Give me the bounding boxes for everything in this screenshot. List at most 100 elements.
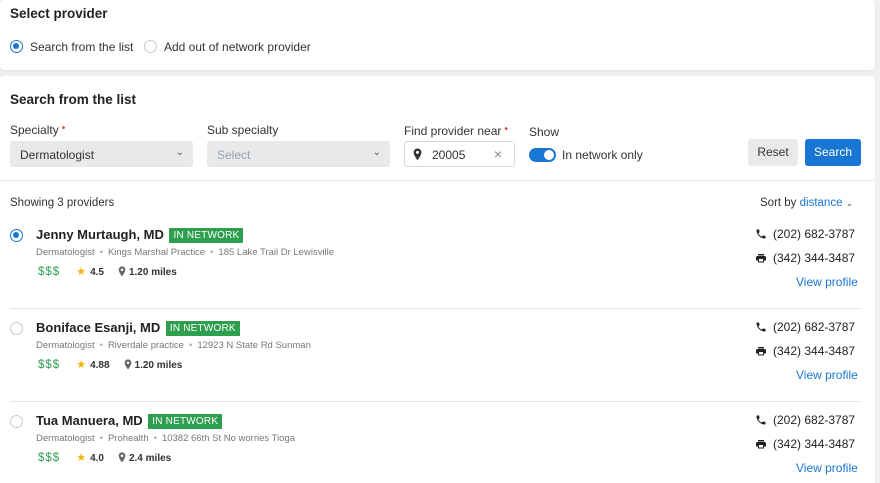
provider-practice: Kings Marshal Practice (107, 247, 206, 258)
phone-line: (202) 682-3787 (755, 227, 855, 241)
row-divider (10, 401, 861, 402)
cost-indicator: $$$ (38, 359, 61, 371)
provider-name[interactable]: Boniface Esanji, MD (36, 320, 160, 335)
provider-name[interactable]: Tua Manuera, MD (36, 413, 143, 428)
provider-distance: 1.20 miles (134, 360, 183, 371)
in-network-toggle[interactable] (529, 148, 556, 162)
provider-specialty: Dermatologist (36, 433, 95, 444)
phone-line: (202) 682-3787 (755, 320, 855, 334)
provider-phone[interactable]: (202) 682-3787 (773, 227, 855, 241)
provider-address: 185 Lake Trail Dr Lewisville (218, 247, 335, 258)
view-profile-link[interactable]: View profile (796, 461, 858, 475)
provider-stats: $$$ ★ 4.0 2.4 miles (38, 451, 171, 464)
star-icon: ★ (76, 452, 87, 464)
in-network-badge: IN NETWORK (165, 321, 240, 336)
sort-by-label: Sort by (760, 197, 797, 209)
radio-search-from-list[interactable] (10, 40, 23, 53)
fax-icon (756, 440, 766, 449)
provider-phone[interactable]: (202) 682-3787 (773, 320, 855, 334)
search-section-title: Search from the list (10, 92, 137, 107)
map-pin-icon (124, 359, 131, 370)
show-label: Show (529, 125, 560, 139)
required-mark: • (61, 123, 66, 134)
star-icon: ★ (76, 359, 87, 371)
provider-details: Dermatologist • Kings Marshal Practice • 185… (36, 247, 334, 258)
zip-input[interactable]: 20005 × (404, 141, 515, 167)
fax-icon (756, 254, 766, 263)
radio-out-of-network[interactable] (144, 40, 157, 53)
specialty-select[interactable]: Dermatologist ⌄ (10, 141, 193, 167)
separator-dot: • (99, 433, 103, 444)
provider-fax: (342) 344-3487 (773, 437, 856, 451)
provider-radio[interactable] (10, 415, 23, 428)
chevron-down-icon: ⌄ (845, 198, 854, 208)
provider-specialty: Dermatologist (36, 340, 95, 351)
phone-icon (756, 415, 766, 425)
star-icon: ★ (76, 266, 87, 278)
map-pin-icon (118, 452, 126, 463)
separator-dot: • (153, 433, 157, 444)
view-profile-link[interactable]: View profile (796, 275, 858, 289)
in-network-badge: IN NETWORK (169, 228, 244, 243)
provider-address: 10382 66th St No worries Tioga (161, 433, 296, 444)
sort-by-control[interactable]: Sort by distance ⌄ (760, 197, 853, 209)
provider-phone[interactable]: (202) 682-3787 (773, 413, 855, 427)
separator-dot: • (188, 340, 193, 351)
separator-dot: • (99, 340, 103, 351)
provider-row[interactable]: Jenny Murtaugh, MD IN NETWORK Dermatolog… (0, 217, 875, 310)
provider-stats: $$$ ★ 4.5 1.20 miles (38, 265, 177, 278)
provider-specialty: Dermatologist (36, 247, 95, 258)
map-pin-icon (413, 148, 422, 161)
provider-name-line: Jenny Murtaugh, MD IN NETWORK (36, 227, 244, 243)
provider-radio[interactable] (10, 229, 23, 242)
phone-line: (202) 682-3787 (755, 413, 855, 427)
zip-input-value: 20005 (432, 148, 466, 162)
in-network-toggle-label: In network only (562, 148, 643, 162)
sub-specialty-label: Sub specialty (207, 123, 279, 137)
in-network-badge: IN NETWORK (148, 414, 223, 429)
provider-distance: 2.4 miles (128, 453, 172, 464)
fax-icon (756, 347, 766, 356)
provider-row[interactable]: Tua Manuera, MD IN NETWORK Dermatologist… (0, 403, 875, 483)
provider-row[interactable]: Boniface Esanji, MD IN NETWORK Dermatolo… (0, 310, 875, 403)
chevron-down-icon: ⌄ (372, 147, 381, 158)
provider-name[interactable]: Jenny Murtaugh, MD (36, 227, 164, 242)
provider-distance: 1.20 miles (128, 267, 177, 278)
chevron-down-icon: ⌄ (175, 147, 184, 158)
provider-practice: Riverdale practice (107, 340, 184, 351)
reset-button[interactable]: Reset (748, 139, 798, 166)
fax-line: (342) 344-3487 (755, 437, 855, 451)
provider-rating: 4.88 (90, 360, 110, 371)
sort-by-value[interactable]: distance (800, 197, 843, 209)
specialty-label: Specialty • (10, 123, 66, 137)
provider-rating: 4.0 (90, 453, 104, 464)
provider-address: 12923 N State Rd Sunman (197, 340, 311, 351)
provider-details: Dermatologist • Prohealth • 10382 66th St No… (36, 433, 295, 444)
separator-dot: • (210, 247, 214, 258)
divider (0, 180, 875, 181)
clear-icon[interactable]: × (494, 146, 502, 162)
select-provider-card: Select provider Search from the list Add… (0, 0, 875, 70)
fax-line: (342) 344-3487 (755, 344, 855, 358)
required-mark: • (504, 124, 508, 135)
sub-specialty-select-value: Select (217, 148, 251, 162)
view-profile-link[interactable]: View profile (796, 368, 858, 382)
results-count: Showing 3 providers (10, 197, 115, 209)
radio-out-of-network-label[interactable]: Add out of network provider (164, 40, 311, 54)
radio-search-from-list-label[interactable]: Search from the list (30, 40, 133, 54)
cost-indicator: $$$ (38, 266, 61, 278)
select-provider-title: Select provider (10, 6, 108, 21)
specialty-select-value: Dermatologist (20, 148, 95, 162)
sub-specialty-select[interactable]: Select ⌄ (207, 141, 390, 167)
separator-dot: • (99, 247, 103, 258)
provider-details: Dermatologist • Riverdale practice • 12923 N… (36, 340, 311, 351)
provider-fax: (342) 344-3487 (773, 251, 856, 265)
provider-name-line: Tua Manuera, MD IN NETWORK (36, 413, 223, 429)
map-pin-icon (118, 266, 126, 277)
provider-stats: $$$ ★ 4.88 1.20 miles (38, 358, 182, 371)
provider-name-line: Boniface Esanji, MD IN NETWORK (36, 320, 240, 336)
provider-radio[interactable] (10, 322, 23, 335)
provider-rating: 4.5 (90, 267, 104, 278)
search-button[interactable]: Search (805, 139, 861, 166)
search-card: Search from the list Specialty • Dermatol… (0, 76, 875, 483)
